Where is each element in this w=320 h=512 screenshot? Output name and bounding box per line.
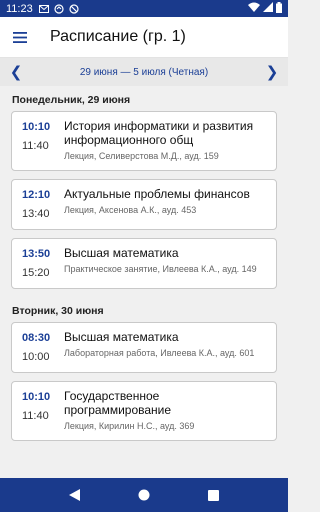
home-button[interactable] (132, 483, 156, 507)
lesson-start-time: 13:50 (22, 248, 51, 260)
week-selector: ❮ 29 июня — 5 июля (Четная) ❯ (0, 58, 288, 86)
status-time: 11:23 (6, 2, 33, 15)
lesson-card[interactable]: 12:10 13:40 Актуальные проблемы финансов… (11, 179, 277, 230)
lesson-end-time: 15:20 (22, 267, 50, 279)
recents-square-icon (207, 489, 219, 501)
prev-week-button[interactable]: ❮ (9, 63, 23, 81)
mail-icon (39, 3, 50, 14)
lesson-card[interactable]: 08:30 10:00 Высшая математика Лабораторн… (11, 322, 277, 373)
back-triangle-icon (69, 489, 81, 501)
lesson-card[interactable]: 10:10 11:40 История информатики и развит… (11, 111, 277, 171)
status-bar: 11:23 (0, 0, 288, 17)
lesson-details: Лабораторная работа, Ивлеева К.А., ауд. … (64, 348, 255, 358)
signal-icon (263, 2, 273, 15)
lesson-end-time: 10:00 (22, 351, 50, 363)
sync-icon (54, 3, 65, 14)
lesson-start-time: 10:10 (22, 121, 51, 133)
lesson-times: 10:10 11:40 (22, 119, 64, 162)
home-circle-icon (138, 489, 150, 501)
lesson-subject: Актуальные проблемы финансов (64, 187, 250, 201)
menu-button[interactable] (0, 17, 40, 58)
lesson-info: Государственное программирование Лекция,… (64, 389, 268, 432)
lesson-start-time: 08:30 (22, 332, 51, 344)
status-right-icons (248, 1, 282, 16)
no-sim-icon (69, 3, 80, 14)
system-nav-bar (0, 478, 288, 512)
day-header: Вторник, 30 июня (12, 305, 104, 317)
lesson-card[interactable]: 13:50 15:20 Высшая математика Практическ… (11, 238, 277, 289)
lesson-details: Практическое занятие, Ивлеева К.А., ауд.… (64, 264, 257, 274)
schedule-list[interactable]: Понедельник, 29 июня 10:10 11:40 История… (0, 86, 288, 478)
lesson-details: Лекция, Аксенова А.К., ауд. 453 (64, 205, 197, 215)
week-label: 29 июня — 5 июля (Четная) (79, 66, 209, 78)
lesson-info: История информатики и развития информаци… (64, 119, 268, 162)
lesson-details: Лекция, Селиверстова М.Д., ауд. 159 (64, 151, 219, 161)
lesson-subject: История информатики и развития информаци… (64, 119, 254, 147)
lesson-times: 12:10 13:40 (22, 187, 64, 221)
lesson-times: 13:50 15:20 (22, 246, 64, 280)
battery-icon (276, 1, 282, 16)
lesson-end-time: 13:40 (22, 208, 50, 220)
page-title: Расписание (гр. 1) (50, 28, 186, 45)
lesson-card[interactable]: 10:10 11:40 Государственное программиров… (11, 381, 277, 441)
day-header: Понедельник, 29 июня (12, 94, 131, 106)
lesson-end-time: 11:40 (22, 410, 49, 422)
hamburger-icon (13, 31, 27, 43)
lesson-times: 08:30 10:00 (22, 330, 64, 364)
lesson-end-time: 11:40 (22, 140, 49, 152)
lesson-details: Лекция, Кирилин Н.С., ауд. 369 (64, 421, 195, 431)
lesson-info: Высшая математика Лабораторная работа, И… (64, 330, 268, 364)
lesson-info: Актуальные проблемы финансов Лекция, Акс… (64, 187, 268, 221)
lesson-subject: Государственное программирование (64, 389, 172, 417)
recents-button[interactable] (201, 483, 225, 507)
lesson-subject: Высшая математика (64, 330, 179, 344)
lesson-start-time: 10:10 (22, 391, 51, 403)
lesson-times: 10:10 11:40 (22, 389, 64, 432)
next-week-button[interactable]: ❯ (265, 63, 279, 81)
lesson-subject: Высшая математика (64, 246, 179, 260)
wifi-icon (248, 2, 260, 15)
lesson-start-time: 12:10 (22, 189, 51, 201)
lesson-info: Высшая математика Практическое занятие, … (64, 246, 268, 280)
app-bar: Расписание (гр. 1) (0, 17, 288, 58)
back-button[interactable] (63, 483, 87, 507)
